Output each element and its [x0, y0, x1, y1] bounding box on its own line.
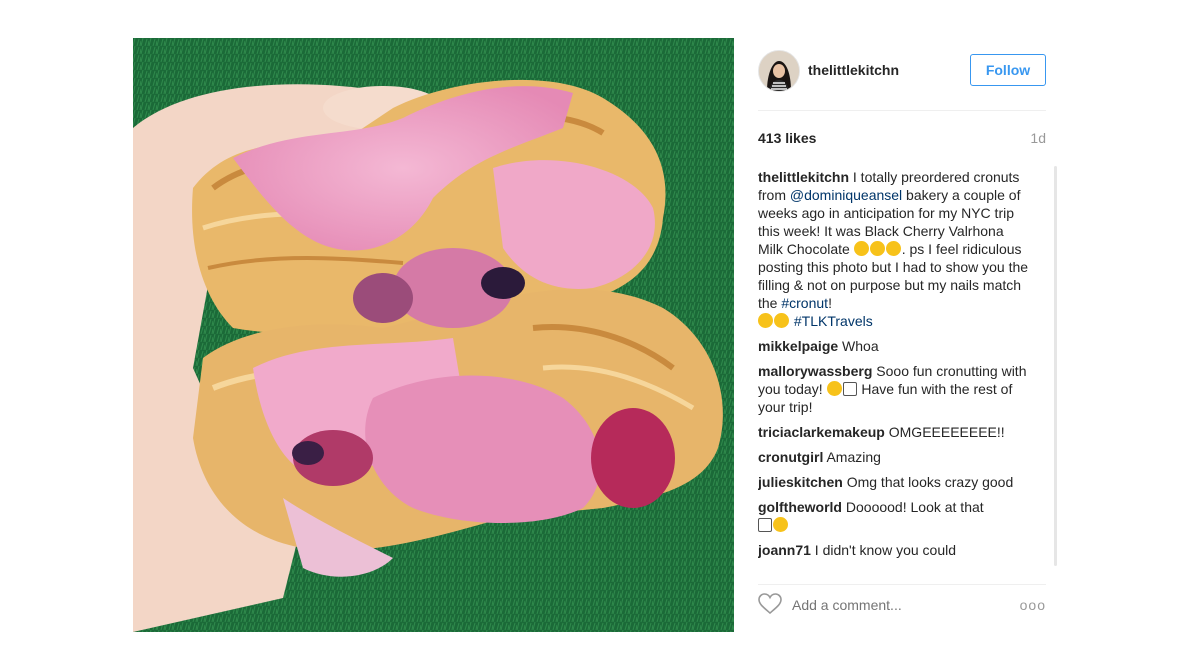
- follow-button[interactable]: Follow: [970, 54, 1046, 86]
- likes-count[interactable]: 413 likes: [758, 130, 816, 146]
- heart-eyes-emoji-icon: [853, 241, 869, 256]
- comment-text: OMGEEEEEEEE!!: [884, 424, 1005, 440]
- comment-item: golftheworld Doooood! Look at that: [758, 498, 1032, 534]
- likes-row: 413 likes 1d: [758, 130, 1046, 150]
- comment-item: triciaclarkemakeup OMGEEEEEEEE!!: [758, 423, 1032, 441]
- avatar[interactable]: [758, 50, 800, 92]
- comment-user[interactable]: golftheworld: [758, 499, 842, 515]
- hashtag-link[interactable]: #cronut: [781, 295, 828, 311]
- caption-text-4: !: [828, 295, 832, 311]
- comment-text: Doooood! Look at that: [842, 499, 984, 515]
- comment-user[interactable]: joann71: [758, 542, 811, 558]
- unknown-glyph-icon: [758, 518, 772, 532]
- comment-item: mallorywassberg Sooo fun cronutting with…: [758, 362, 1032, 416]
- more-options-icon[interactable]: ooo: [1020, 597, 1046, 613]
- tears-of-joy-emoji-icon: [758, 313, 773, 328]
- comment-item: cronutgirl Amazing: [758, 448, 1032, 466]
- comment-item: mikkelpaige Whoa: [758, 337, 1032, 355]
- comment-user[interactable]: julieskitchen: [758, 474, 843, 490]
- heart-eyes-emoji-icon: [885, 241, 901, 256]
- comments-list[interactable]: thelittlekitchn I totally preordered cro…: [758, 168, 1032, 566]
- caption: thelittlekitchn I totally preordered cro…: [758, 168, 1032, 330]
- post-footer: ooo: [758, 584, 1046, 615]
- comments-scrollbar[interactable]: [1054, 166, 1057, 566]
- post-header: thelittlekitchn Follow: [758, 50, 1046, 111]
- comment-item: julieskitchen Omg that looks crazy good: [758, 473, 1032, 491]
- comment-user[interactable]: mallorywassberg: [758, 363, 872, 379]
- username-link[interactable]: thelittlekitchn: [808, 62, 899, 78]
- comment-text: Omg that looks crazy good: [842, 474, 1014, 490]
- mention-link[interactable]: @dominiqueansel: [790, 187, 902, 203]
- tears-of-joy-emoji-icon: [774, 313, 789, 328]
- post-photo[interactable]: [133, 38, 734, 632]
- comment-text: Amazing: [823, 449, 881, 465]
- thumbs-up-emoji-icon: [826, 381, 842, 396]
- heart-icon[interactable]: [758, 593, 782, 615]
- cronut-image: [133, 38, 734, 632]
- caption-user[interactable]: thelittlekitchn: [758, 169, 849, 185]
- comment-user[interactable]: cronutgirl: [758, 449, 823, 465]
- post-side-panel: thelittlekitchn Follow 413 likes 1d thel…: [734, 38, 1069, 632]
- comment-user[interactable]: mikkelpaige: [758, 338, 838, 354]
- unknown-glyph-icon: [842, 382, 857, 396]
- add-comment-input[interactable]: [792, 597, 992, 613]
- post-time[interactable]: 1d: [1030, 130, 1046, 146]
- comment-user[interactable]: triciaclarkemakeup: [758, 424, 885, 440]
- heart-eyes-emoji-icon: [869, 241, 885, 256]
- comment-text: Whoa: [838, 338, 879, 354]
- comment-item: joann71 I didn't know you could: [758, 541, 1032, 559]
- hashtag-link[interactable]: #TLKTravels: [794, 313, 873, 329]
- avatar-image: [759, 51, 799, 91]
- comment-text: I didn't know you could: [810, 542, 956, 558]
- heart-eyes-emoji-icon: [773, 517, 788, 532]
